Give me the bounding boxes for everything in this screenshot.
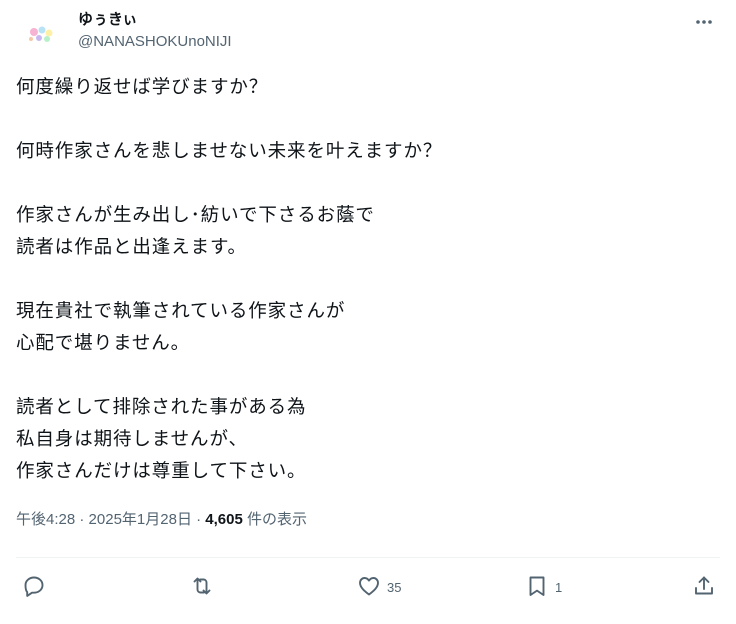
repost-icon bbox=[190, 574, 214, 601]
reply-icon bbox=[22, 574, 46, 601]
avatar[interactable] bbox=[22, 14, 62, 54]
bookmark-button[interactable]: 1 bbox=[525, 568, 562, 606]
post-line bbox=[16, 360, 706, 392]
share-button[interactable] bbox=[692, 568, 716, 606]
post-line bbox=[16, 104, 706, 136]
post-line bbox=[16, 168, 706, 200]
post-text: 何度繰り返せば学びますか？ 何時作家さんを悲しませない未来を叶えますか？ 作家さ… bbox=[16, 72, 706, 488]
post-line: 作家さんが生み出し･紡いで下さるお蔭で bbox=[16, 205, 375, 226]
display-name[interactable]: ゆぅきぃ bbox=[78, 9, 232, 29]
reply-button[interactable] bbox=[22, 568, 52, 606]
repost-button[interactable] bbox=[190, 568, 220, 606]
bookmark-icon bbox=[525, 574, 549, 601]
view-label: 件の表示 bbox=[242, 511, 308, 528]
user-handle[interactable]: @NANASHOKUnoNIJI bbox=[78, 32, 232, 52]
like-count: 35 bbox=[387, 579, 402, 595]
user-names: ゆぅきぃ @NANASHOKUnoNIJI bbox=[78, 8, 232, 52]
like-button[interactable]: 35 bbox=[357, 568, 401, 606]
more-horizontal-icon bbox=[694, 12, 714, 36]
view-count: 4,605 bbox=[205, 511, 243, 528]
post-metadata: 午後4:28 · 2025年1月28日 · 4,605 件の表示 bbox=[16, 508, 307, 529]
post-date[interactable]: 2025年1月28日 bbox=[89, 511, 192, 528]
bookmark-count: 1 bbox=[555, 579, 563, 595]
post-line bbox=[16, 264, 706, 296]
separator: · bbox=[191, 511, 206, 528]
post-line: 何度繰り返せば学びますか？ bbox=[16, 77, 269, 98]
divider bbox=[16, 557, 720, 558]
heart-icon bbox=[357, 574, 381, 601]
post-line: 現在貴社で執筆されている作家さんが bbox=[16, 301, 346, 322]
post-line: 心配で堪りません。 bbox=[16, 333, 191, 354]
post-line: 作家さんだけは尊重して下さい。 bbox=[16, 461, 307, 482]
post-header: ゆぅきぃ @NANASHOKUnoNIJI bbox=[16, 8, 720, 60]
more-options-button[interactable] bbox=[688, 8, 720, 40]
post-line: 読者として排除された事がある為 bbox=[16, 397, 307, 418]
post-time[interactable]: 午後4:28 bbox=[16, 511, 75, 528]
post-line: 読者は作品と出逢えます。 bbox=[16, 237, 247, 258]
action-bar: 35 1 bbox=[0, 568, 736, 606]
post-line: 何時作家さんを悲しませない未来を叶えますか？ bbox=[16, 141, 443, 162]
share-icon bbox=[692, 574, 716, 601]
post-line: 私自身は期待しませんが、 bbox=[16, 429, 248, 450]
separator: · bbox=[75, 511, 89, 528]
